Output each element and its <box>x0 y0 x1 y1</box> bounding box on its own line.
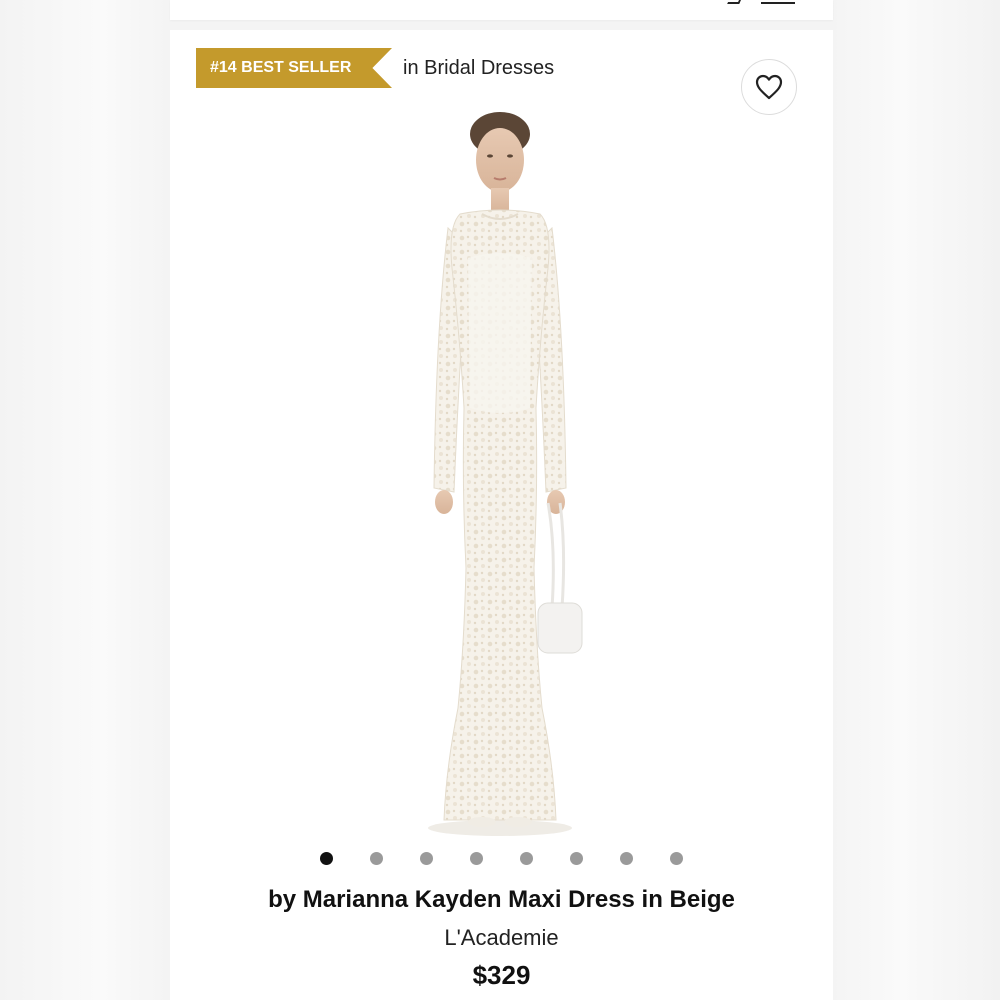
carousel-dot[interactable] <box>470 852 483 865</box>
carousel-dot[interactable] <box>620 852 633 865</box>
best-seller-badge: #14 BEST SELLER <box>196 48 392 88</box>
carousel-dot[interactable] <box>570 852 583 865</box>
product-photo[interactable] <box>360 108 640 838</box>
product-card: #14 BEST SELLER in Bridal Dresses by Mar… <box>170 30 833 1000</box>
favorite-button[interactable] <box>741 59 797 115</box>
best-seller-rank: #14 BEST SELLER <box>210 59 352 76</box>
carousel-dot[interactable] <box>320 852 333 865</box>
product-brand[interactable]: L'Academie <box>170 925 833 951</box>
carousel-dot[interactable] <box>520 852 533 865</box>
carousel-indicators <box>170 852 833 868</box>
top-nav-bar <box>170 0 833 20</box>
product-title[interactable]: by Marianna Kayden Maxi Dress in Beige <box>170 886 833 914</box>
carousel-dot[interactable] <box>370 852 383 865</box>
carousel-dot[interactable] <box>420 852 433 865</box>
product-price: $329 <box>472 960 531 990</box>
menu-icon[interactable] <box>761 0 795 4</box>
heart-icon <box>755 74 783 100</box>
best-seller-category[interactable]: in Bridal Dresses <box>403 48 554 88</box>
bag-icon[interactable] <box>727 0 743 4</box>
carousel-dot[interactable] <box>670 852 683 865</box>
